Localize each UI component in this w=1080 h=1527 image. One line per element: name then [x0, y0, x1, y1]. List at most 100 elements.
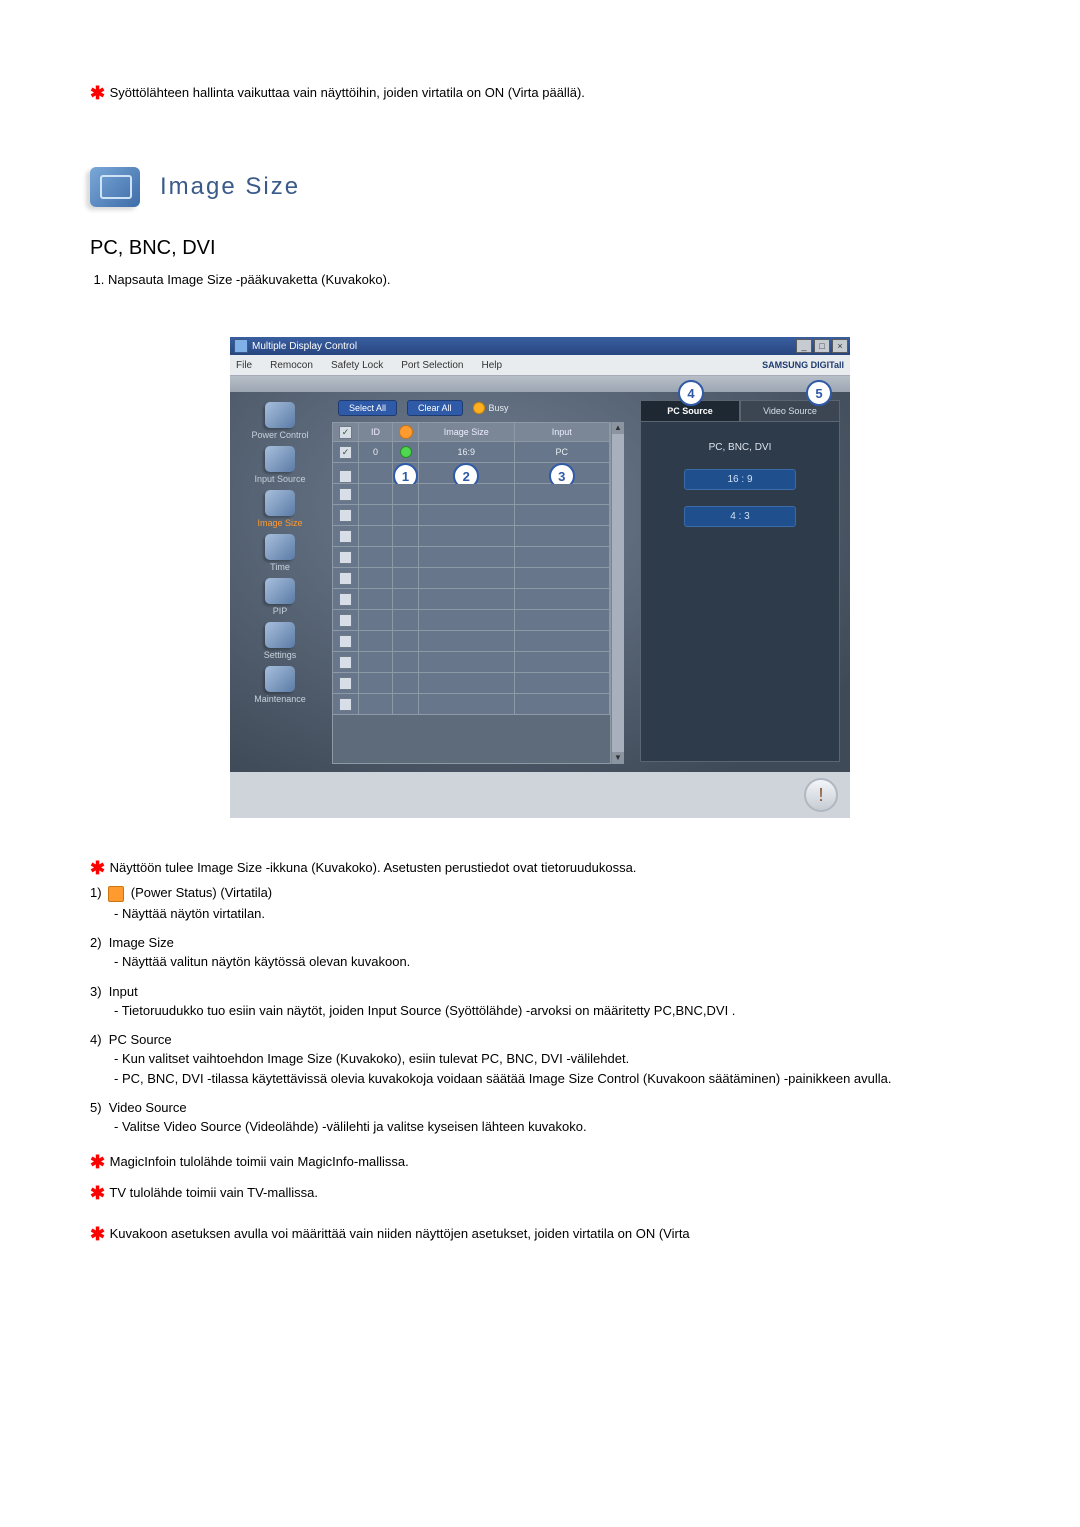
item-1: 1) (Power Status) (Virtatila) - Näyttää …	[90, 885, 990, 923]
scroll-down-icon[interactable]: ▼	[612, 752, 624, 764]
item-5-hdr: 5) Video Source	[90, 1100, 990, 1115]
table-row[interactable]	[333, 484, 610, 505]
item-5-body: - Valitse Video Source (Videolähde) -väl…	[114, 1117, 990, 1137]
sidebar-item-input-source[interactable]: Input Source	[235, 446, 325, 488]
busy-label: Busy	[489, 403, 509, 413]
row-checkbox[interactable]	[339, 572, 352, 585]
cell-id: 0	[359, 442, 393, 462]
note-last: ✱ Kuvakoon asetuksen avulla voi määrittä…	[90, 1221, 990, 1248]
grid-header: ID Image Size Input	[333, 423, 610, 442]
sidebar-label-maintenance: Maintenance	[235, 694, 325, 704]
display-grid: ID Image Size Input 0 16:9 PC	[332, 422, 611, 764]
steps-list: Napsauta Image Size -pääkuvaketta (Kuvak…	[108, 272, 990, 287]
sidebar-label-image-size: Image Size	[235, 518, 325, 528]
ratio-4-3-button[interactable]: 4 : 3	[684, 506, 796, 527]
sidebar-item-pip[interactable]: PIP	[235, 578, 325, 620]
sidebar-item-power-control[interactable]: Power Control	[235, 402, 325, 444]
row-checkbox[interactable]	[339, 677, 352, 690]
table-row[interactable]	[333, 673, 610, 694]
item-2-body: - Näyttää valitun näytön käytössä olevan…	[114, 952, 990, 972]
row-checkbox[interactable]	[339, 488, 352, 501]
close-button[interactable]: ×	[832, 339, 848, 353]
note-tv: ✱ TV tulolähde toimii vain TV-mallissa.	[90, 1180, 990, 1207]
item-1-body: - Näyttää näytön virtatilan.	[114, 904, 990, 924]
col-input: Input	[515, 423, 611, 441]
star-icon: ✱	[90, 1149, 106, 1176]
pip-icon	[265, 578, 295, 604]
app-icon	[234, 339, 248, 353]
note-magicinfo: ✱ MagicInfoin tulolähde toimii vain Magi…	[90, 1149, 990, 1176]
table-row[interactable]	[333, 568, 610, 589]
star-icon: ✱	[90, 858, 106, 879]
time-icon	[265, 534, 295, 560]
sidebar-item-image-size[interactable]: Image Size	[235, 490, 325, 532]
minimize-button[interactable]: _	[796, 339, 812, 353]
menu-safety-lock[interactable]: Safety Lock	[331, 360, 383, 371]
clear-all-button[interactable]: Clear All	[407, 400, 463, 416]
power-control-icon	[265, 402, 295, 428]
table-row[interactable]	[333, 526, 610, 547]
table-row[interactable]	[333, 652, 610, 673]
menu-port-selection[interactable]: Port Selection	[401, 360, 463, 371]
row-checkbox[interactable]	[339, 446, 352, 459]
row-checkbox[interactable]	[339, 509, 352, 522]
busy-dot-icon	[473, 402, 485, 414]
table-row[interactable]	[333, 610, 610, 631]
table-row[interactable]	[333, 589, 610, 610]
table-row[interactable]	[333, 631, 610, 652]
table-row[interactable]: 0 16:9 PC	[333, 442, 610, 463]
row-checkbox[interactable]	[339, 698, 352, 711]
item-3: 3) Input - Tietoruudukko tuo esiin vain …	[90, 984, 990, 1021]
busy-indicator: Busy	[473, 402, 509, 414]
table-row[interactable]: 1 2 3	[333, 463, 610, 484]
star-icon: ✱	[90, 80, 106, 107]
row-checkbox[interactable]	[339, 593, 352, 606]
top-note: ✱ Syöttölähteen hallinta vaikuttaa vain …	[90, 80, 990, 107]
row-checkbox[interactable]	[339, 656, 352, 669]
cell-image-size: 16:9	[419, 442, 515, 462]
app-screenshot: Multiple Display Control _ □ × File Remo…	[230, 337, 850, 818]
table-row[interactable]	[333, 547, 610, 568]
settings-icon	[265, 622, 295, 648]
note-magicinfo-text: MagicInfoin tulolähde toimii vain MagicI…	[110, 1154, 409, 1169]
window-title: Multiple Display Control	[252, 341, 357, 352]
header-checkbox[interactable]	[339, 426, 352, 439]
status-bar: !	[230, 772, 850, 818]
sidebar-label-power: Power Control	[235, 430, 325, 440]
image-size-icon	[265, 490, 295, 516]
item-4-body-2: - PC, BNC, DVI -tilassa käytettävissä ol…	[114, 1069, 990, 1089]
item-3-hdr: 3) Input	[90, 984, 990, 999]
right-panel: 4 5 PC Source Video Source PC, BNC, DVI …	[630, 392, 850, 772]
table-row[interactable]	[333, 505, 610, 526]
select-all-button[interactable]: Select All	[338, 400, 397, 416]
row-checkbox[interactable]	[339, 635, 352, 648]
maintenance-icon	[265, 666, 295, 692]
scroll-up-icon[interactable]: ▲	[612, 422, 624, 434]
menu-file[interactable]: File	[236, 360, 252, 371]
menu-remocon[interactable]: Remocon	[270, 360, 313, 371]
grid-scrollbar[interactable]: ▲ ▼	[611, 422, 624, 764]
row-checkbox[interactable]	[339, 470, 352, 483]
row-checkbox[interactable]	[339, 614, 352, 627]
callout-4: 4	[678, 380, 704, 406]
star-icon: ✱	[90, 1221, 106, 1248]
row-checkbox[interactable]	[339, 551, 352, 564]
item-4-hdr: 4) PC Source	[90, 1032, 990, 1047]
maximize-button[interactable]: □	[814, 339, 830, 353]
center-panel: Select All Clear All Busy ID	[330, 392, 630, 772]
sidebar-item-time[interactable]: Time	[235, 534, 325, 576]
menu-help[interactable]: Help	[481, 360, 502, 371]
top-note-text: Syöttölähteen hallinta vaikuttaa vain nä…	[110, 85, 585, 100]
sidebar-item-settings[interactable]: Settings	[235, 622, 325, 664]
ratio-16-9-button[interactable]: 16 : 9	[684, 469, 796, 490]
tool-strip	[230, 376, 850, 392]
col-power-icon	[399, 425, 413, 439]
row-checkbox[interactable]	[339, 530, 352, 543]
item-2: 2) Image Size - Näyttää valitun näytön k…	[90, 935, 990, 972]
table-row[interactable]	[333, 694, 610, 715]
item-4-body-1: - Kun valitset vaihtoehdon Image Size (K…	[114, 1049, 990, 1069]
pc-source-panel: PC, BNC, DVI 16 : 9 4 : 3	[640, 422, 840, 762]
sidebar-item-maintenance[interactable]: Maintenance	[235, 666, 325, 708]
sidebar-label-settings: Settings	[235, 650, 325, 660]
intro-note: ✱ Näyttöön tulee Image Size -ikkuna (Kuv…	[90, 858, 990, 879]
